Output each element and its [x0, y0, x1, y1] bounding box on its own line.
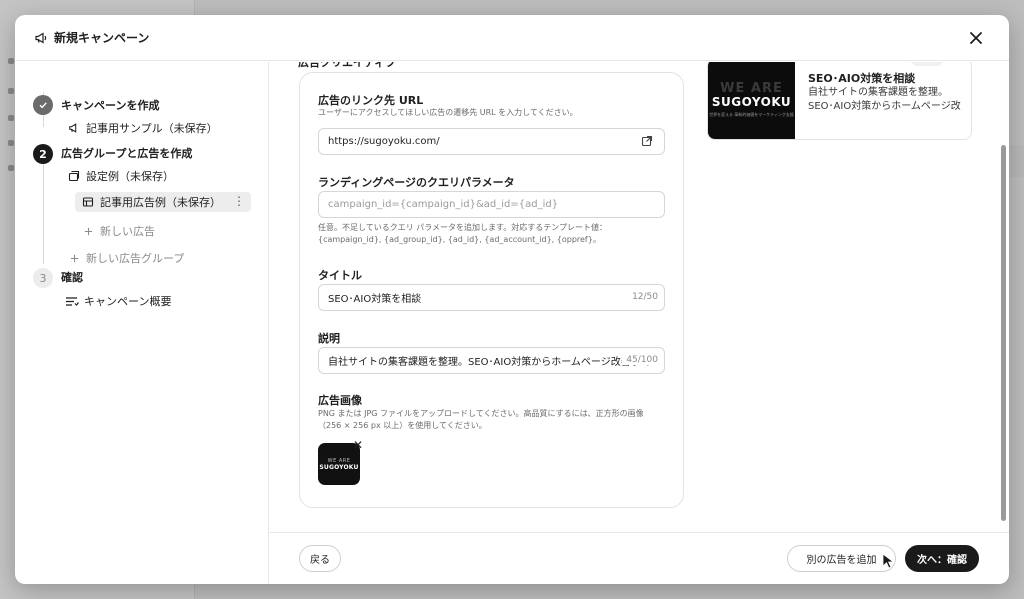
back-button[interactable]: 戻る: [299, 545, 341, 572]
campaign-stepper: キャンペーンを作成 記事用サンプル（未保存） 2 広告グループと広告を作成 設定…: [15, 62, 269, 584]
background-panel: [1010, 145, 1024, 177]
plus-icon: [67, 251, 81, 265]
sidebar-item-label: 新しい広告グループ: [86, 252, 185, 265]
ad-icon: [81, 195, 95, 209]
modal-header: 新規キャンペーン: [15, 15, 1009, 61]
mouse-cursor-icon: [882, 553, 896, 569]
modal-footer: 戻る 別の広告を追加 次へ：確認: [270, 532, 1009, 584]
new-ad-button[interactable]: 新しい広告: [81, 223, 155, 239]
ad-creative-form: 広告のリンク先 URL ユーザーにアクセスしてほしい広告の遷移先 URL を入力…: [299, 72, 684, 508]
image-help: PNG または JPG ファイルをアップロードしてください。高品質にするには、正…: [318, 409, 644, 430]
title-label: タイトル: [318, 269, 362, 282]
preview-tab: [910, 62, 944, 66]
title-value: SEO･AIO対策を相談: [328, 294, 422, 305]
query-params-placeholder: campaign_id={campaign_id}&ad_id={ad_id}: [328, 199, 559, 210]
section-title: 広告クリエイティブ: [298, 62, 397, 69]
list-icon: [65, 294, 79, 308]
megaphone-icon: [67, 121, 81, 135]
sidebar-item-label: 新しい広告: [100, 225, 155, 238]
modal-title: 新規キャンペーン: [54, 31, 150, 45]
background-nav-icon: [8, 88, 14, 94]
sidebar-item-ad-group[interactable]: 設定例（未保存）: [67, 168, 174, 184]
close-icon: ✕: [352, 438, 364, 452]
step-1-label[interactable]: キャンペーンを作成: [61, 97, 159, 113]
url-help: ユーザーにアクセスしてほしい広告の遷移先 URL を入力してください。: [318, 108, 578, 117]
step-2-label[interactable]: 広告グループと広告を作成: [61, 145, 192, 161]
link-url-input[interactable]: https://sugoyoku.com/: [318, 128, 665, 155]
preview-description: 自社サイトの集客課題を整理。SEO･AIO対策からホームページ改: [808, 87, 961, 112]
preview-image: WE ARE SUGOYOKU 世界を変える 革新的価値をマーケティング支援: [708, 62, 795, 139]
close-button[interactable]: [965, 27, 987, 49]
link-url-value: https://sugoyoku.com/: [328, 136, 440, 147]
more-options-icon[interactable]: ⋮: [233, 194, 245, 208]
background-nav-icon: [8, 58, 14, 64]
background-nav-icon: [8, 165, 14, 171]
preview-title: SEO･AIO対策を相談: [808, 72, 916, 85]
step-3-indicator: 3: [33, 268, 53, 288]
background-nav-icon: [8, 115, 14, 121]
description-input[interactable]: 自社サイトの集客課題を整理。SEO･AIO対策からホームページ改善まで 45/1…: [318, 347, 665, 374]
main-scrollbar[interactable]: [1000, 65, 1007, 527]
scrollbar-thumb[interactable]: [1001, 145, 1006, 521]
description-label: 説明: [318, 332, 340, 345]
ad-group-icon: [67, 169, 81, 183]
check-icon: [38, 100, 48, 110]
preview-image-line-1: WE ARE: [720, 80, 783, 96]
query-label: ランディングページのクエリパラメータ: [318, 176, 515, 189]
sidebar-item-label: 記事用サンプル（未保存）: [86, 122, 218, 135]
new-campaign-modal: 新規キャンペーン キャンペーンを作成 記事用サンプル（未保存） 2 広告グループ…: [15, 15, 1009, 584]
query-params-input[interactable]: campaign_id={campaign_id}&ad_id={ad_id}: [318, 191, 665, 218]
sidebar-item-campaign[interactable]: 記事用サンプル（未保存）: [67, 120, 218, 136]
preview-image-line-2: SUGOYOKU: [711, 94, 792, 109]
remove-image-button[interactable]: ✕: [352, 439, 364, 451]
sidebar-item-campaign-summary[interactable]: キャンペーン概要: [65, 293, 171, 309]
title-counter: 12/50: [628, 292, 658, 302]
stepper-line: [43, 164, 44, 264]
query-help: 任意。不足しているクエリ パラメータを追加します。対応するテンプレート値：{ca…: [318, 223, 608, 244]
external-link-icon[interactable]: [641, 135, 654, 148]
title-input[interactable]: SEO･AIO対策を相談 12/50: [318, 284, 665, 311]
description-counter: 45/100: [622, 355, 658, 365]
add-another-ad-button[interactable]: 別の広告を追加: [787, 545, 896, 572]
sidebar-item-label: キャンペーン概要: [84, 295, 172, 308]
ad-creative-panel: 広告クリエイティブ 広告のリンク先 URL ユーザーにアクセスしてほしい広告の遷…: [270, 62, 1009, 532]
megaphone-icon: [34, 31, 48, 45]
image-label: 広告画像: [318, 394, 362, 407]
url-label: 広告のリンク先 URL: [318, 94, 424, 107]
close-icon: [969, 31, 983, 45]
background-nav-icon: [8, 140, 14, 146]
sidebar-item-label: 設定例（未保存）: [86, 170, 174, 183]
ad-preview-card: WE ARE SUGOYOKU 世界を変える 革新的価値をマーケティング支援 S…: [707, 62, 972, 140]
preview-image-line-3: 世界を変える 革新的価値をマーケティング支援: [709, 111, 794, 117]
new-ad-group-button[interactable]: 新しい広告グループ: [67, 250, 184, 266]
plus-icon: [81, 224, 95, 238]
sidebar-item-ad[interactable]: 記事用広告例（未保存） ⋮: [75, 192, 251, 212]
step-2-indicator: 2: [33, 144, 53, 164]
step-3-label[interactable]: 確認: [61, 269, 83, 285]
step-1-indicator: [33, 95, 53, 115]
sidebar-item-label: 記事用広告例（未保存）: [100, 196, 221, 209]
thumb-line-2: SUGOYOKU: [319, 463, 359, 471]
description-value: 自社サイトの集客課題を整理。SEO･AIO対策からホームページ改善まで: [328, 357, 651, 368]
next-confirm-button[interactable]: 次へ：確認: [905, 545, 979, 572]
